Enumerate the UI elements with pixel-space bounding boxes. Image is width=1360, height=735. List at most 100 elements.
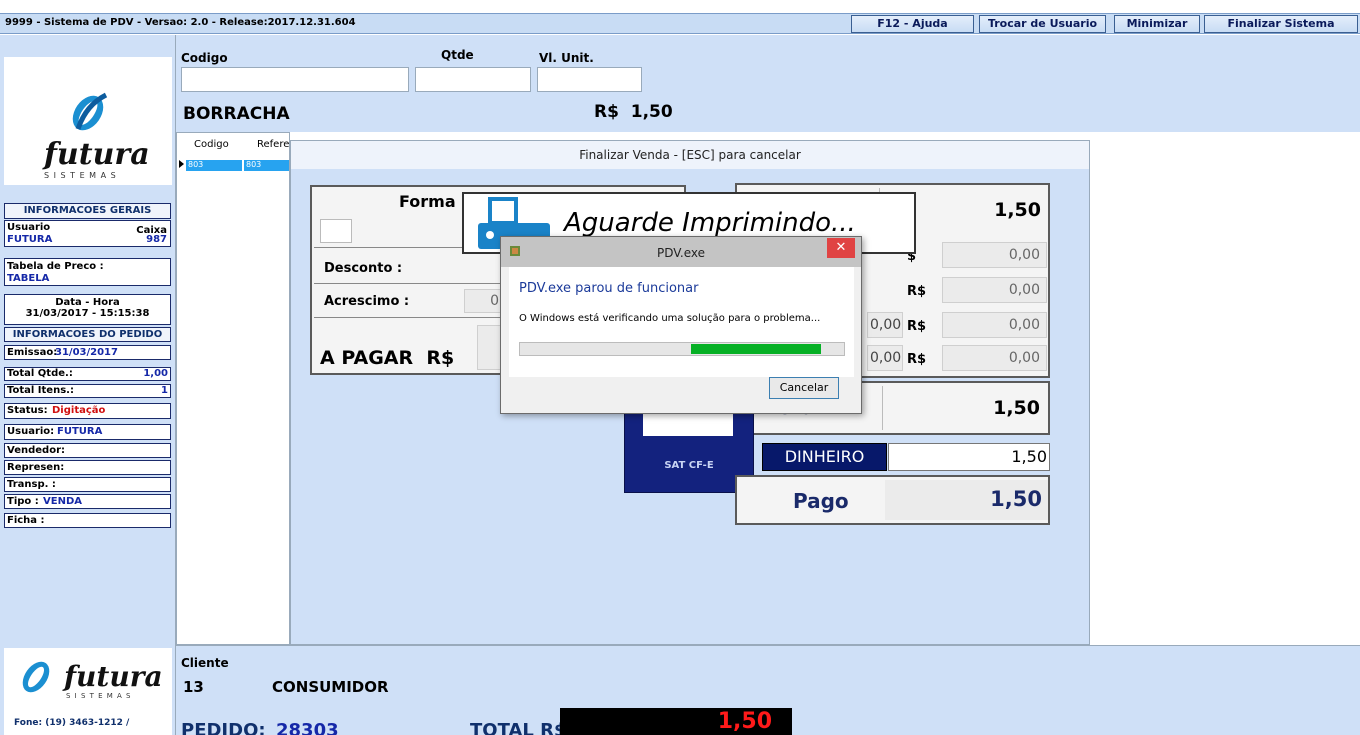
status-value: Digitação [52, 405, 106, 416]
usuario-value: FUTURA [7, 234, 53, 245]
qtde-input[interactable] [415, 67, 531, 92]
info-pedido-header: INFORMACOES DO PEDIDO [4, 327, 171, 342]
close-icon[interactable]: ✕ [827, 238, 855, 258]
rs-value-3[interactable]: 0,00 [942, 312, 1047, 338]
futura-logo-icon [72, 92, 108, 131]
rs-pre-3[interactable]: 0,00 [867, 312, 903, 338]
status-label: Status: [7, 405, 48, 416]
total-qtde-row: Total Qtde.: 1,00 [4, 367, 171, 381]
table-row[interactable]: 803 803 [178, 160, 290, 171]
represen-label: Represen: [7, 462, 65, 473]
pago-label: Pago [793, 489, 849, 513]
total-qtde-value: 1,00 [143, 368, 168, 379]
product-header: Codigo Qtde Vl. Unit. BORRACHA R$ 1,50 [176, 35, 1360, 132]
data-value: 31/03/2017 - 15:15:38 [25, 308, 150, 319]
rs-label-4: R$ [907, 352, 927, 367]
product-name: BORRACHA [183, 104, 290, 124]
right-blank-area [1090, 132, 1360, 645]
product-price: R$ 1,50 [594, 102, 673, 122]
total-qtde-label: Total Qtde.: [7, 368, 73, 379]
title-bar: 9999 - Sistema de PDV - Versao: 2.0 - Re… [0, 13, 1360, 34]
tabela-box: Tabela de Preco : TABELA [4, 258, 171, 286]
data-label: Data - Hora [55, 297, 120, 308]
emissao-row: Emissao: 31/03/2017 [4, 345, 171, 360]
sat-label: SAT CF-E [664, 460, 714, 471]
error-message: O Windows está verificando uma solução p… [519, 313, 821, 324]
pago-panel: Pago 1,50 [735, 475, 1050, 525]
items-grid[interactable]: Codigo Refere 803 803 [176, 132, 290, 645]
codigo-label: Codigo [181, 51, 228, 65]
minimize-button[interactable]: Minimizar [1114, 15, 1200, 33]
forma-label: Forma [399, 192, 456, 211]
finalizar-title: Finalizar Venda - [ESC] para cancelar [291, 141, 1089, 169]
cancel-button[interactable]: Cancelar [769, 377, 839, 399]
vlunit-input[interactable] [537, 67, 642, 92]
acrescimo-input[interactable]: 0 [464, 289, 504, 313]
pago-value: 1,50 [885, 480, 1048, 520]
ficha-label: Ficha : [7, 515, 45, 526]
info-geral-header: INFORMACOES GERAIS [4, 203, 171, 219]
total-itens-label: Total Itens.: [7, 385, 74, 396]
pedido-label: PEDIDO: [181, 720, 266, 735]
logo-text: futura [44, 137, 150, 172]
exit-system-button[interactable]: Finalizar Sistema [1204, 15, 1358, 33]
pedido-value: 28303 [276, 720, 339, 735]
rs-label-2: R$ [907, 284, 927, 299]
rs-value-1[interactable]: 0,00 [942, 242, 1047, 268]
logo-bottom-subtext: S I S T E M A S [66, 692, 132, 700]
window-title: 9999 - Sistema de PDV - Versao: 2.0 - Re… [5, 17, 356, 28]
rs-label-3: R$ [907, 319, 927, 334]
codigo-input[interactable] [181, 67, 409, 92]
rs-pre-4[interactable]: 0,00 [867, 345, 903, 371]
forma-input[interactable] [320, 219, 352, 243]
error-title: PDV.exe [656, 246, 706, 260]
sat-icon [643, 412, 733, 436]
cliente-label: Cliente [181, 656, 229, 670]
error-heading: PDV.exe parou de funcionar [519, 281, 699, 296]
vendedor-row: Vendedor: [4, 443, 171, 458]
ficha-row: Ficha : [4, 513, 171, 528]
caixa-value: 987 [146, 234, 167, 245]
tipo-value: VENDA [43, 496, 82, 507]
qtde-label: Qtde [441, 48, 474, 62]
sidebar: futura S I S T E M A S INFORMACOES GERAI… [0, 35, 176, 735]
usuario2-row: Usuario: FUTURA [4, 424, 171, 440]
transp-row: Transp. : [4, 477, 171, 492]
cliente-name: CONSUMIDOR [272, 678, 389, 696]
futura-logo-bottom: futura S I S T E M A S Fone: (19) 3463-1… [4, 648, 172, 735]
vendedor-label: Vendedor: [7, 445, 65, 456]
row-pointer-icon [179, 160, 184, 168]
vlunit-label: Vl. Unit. [539, 51, 594, 65]
tipo-row: Tipo : VENDA [4, 494, 171, 509]
usuario-label: Usuario [7, 222, 51, 233]
grid-col-codigo: Codigo [194, 139, 229, 150]
dinheiro-value[interactable]: 1,50 [888, 443, 1050, 471]
error-titlebar: PDV.exe ✕ [501, 237, 861, 267]
emissao-value: 31/03/2017 [55, 347, 118, 358]
progress-bar [519, 342, 845, 356]
switch-user-button[interactable]: Trocar de Usuario [979, 15, 1106, 33]
rs-value-2[interactable]: 0,00 [942, 277, 1047, 303]
help-button[interactable]: F12 - Ajuda [851, 15, 974, 33]
acrescimo-label: Acrescimo : [324, 294, 410, 309]
pdv-window: 9999 - Sistema de PDV - Versao: 2.0 - Re… [0, 0, 1360, 735]
total-itens-value: 1 [161, 385, 168, 396]
total-label: TOTAL R$ [470, 720, 567, 735]
tipo-label: Tipo : [7, 496, 39, 507]
status-row: Status: Digitação [4, 403, 171, 419]
footer-panel: Cliente 13 CONSUMIDOR PEDIDO: 28303 TOTA… [176, 645, 1360, 735]
logo-subtext: S I S T E M A S [44, 171, 117, 180]
rs-value-4[interactable]: 0,00 [942, 345, 1047, 371]
futura-logo: futura S I S T E M A S [4, 57, 172, 185]
transp-label: Transp. : [7, 479, 56, 490]
phone-text: Fone: (19) 3463-1212 / [14, 718, 130, 728]
tabela-value: TABELA [7, 273, 50, 284]
user-box: Usuario Caixa FUTURA 987 [4, 220, 171, 247]
usuario2-value: FUTURA [57, 426, 103, 437]
grid-col-refere: Refere [257, 139, 290, 150]
dinheiro-label[interactable]: DINHEIRO [762, 443, 887, 471]
total-mid-value: 1,50 [882, 386, 1048, 430]
emissao-label: Emissao: [7, 347, 58, 358]
represen-row: Represen: [4, 460, 171, 475]
tabela-label: Tabela de Preco : [7, 261, 104, 272]
